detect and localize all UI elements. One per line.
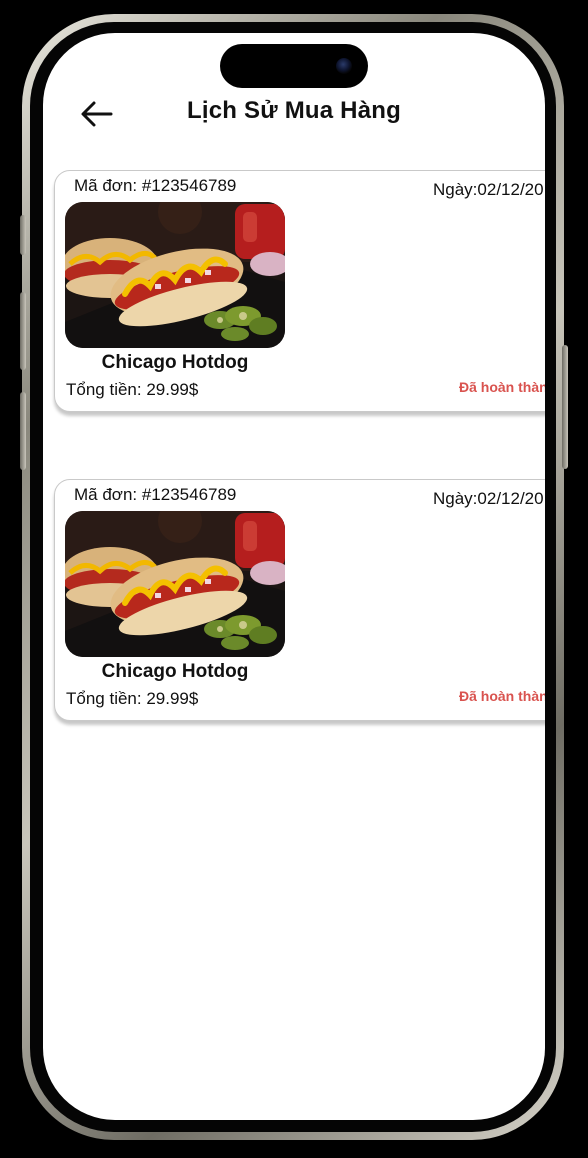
volume-up-button (20, 292, 26, 370)
app-header: Lịch Sử Mua Hàng (43, 88, 545, 138)
order-card[interactable]: Mã đơn: #123546789 Ngày:02/12/20 Chicago… (54, 479, 545, 721)
order-id: Mã đơn: #123546789 (74, 176, 237, 195)
food-image (65, 511, 285, 657)
page-title: Lịch Sử Mua Hàng (187, 97, 401, 124)
volume-down-button (20, 392, 26, 470)
order-id: Mã đơn: #123546789 (74, 485, 237, 504)
order-status: Đã hoàn thàn (459, 688, 545, 704)
app-screen: Lịch Sử Mua Hàng Mã đơn: #123546789 Ngày… (43, 33, 545, 1120)
power-button (562, 345, 568, 469)
order-card[interactable]: Mã đơn: #123546789 Ngày:02/12/20 Chicago… (54, 170, 545, 412)
order-total: Tổng tiền: 29.99$ (66, 380, 199, 399)
front-camera-icon (336, 58, 352, 74)
order-date: Ngày:02/12/20 (433, 180, 544, 199)
action-button (20, 215, 26, 255)
order-total: Tổng tiền: 29.99$ (66, 689, 199, 708)
order-status: Đã hoàn thàn (459, 379, 545, 395)
food-name: Chicago Hotdog (101, 352, 249, 373)
dynamic-island (220, 44, 368, 88)
order-date: Ngày:02/12/20 (433, 489, 544, 508)
food-name: Chicago Hotdog (101, 661, 249, 682)
food-image (65, 202, 285, 348)
